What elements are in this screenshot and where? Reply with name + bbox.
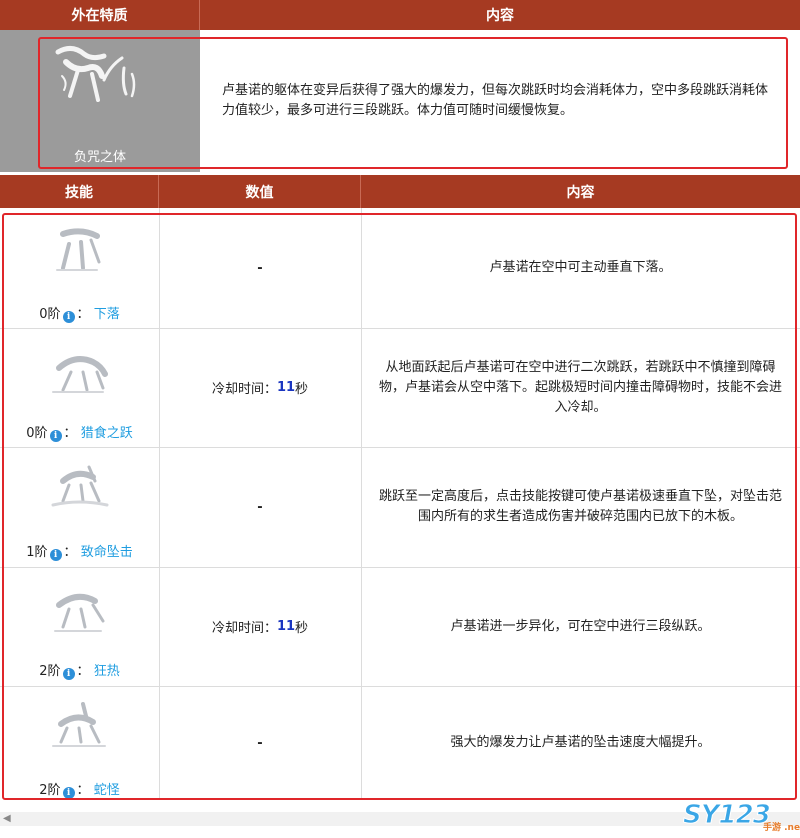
value-column-header: 数值: [159, 175, 361, 208]
desc-column-header: 内容: [361, 175, 800, 208]
watermark-logo: SY123 手游 .net: [683, 800, 800, 834]
trait-column-header: 外在特质: [0, 0, 200, 30]
horizontal-scrollbar[interactable]: ◀: [0, 812, 800, 826]
trait-highlight-frame: [38, 37, 788, 169]
scroll-left-arrow-icon[interactable]: ◀: [3, 813, 11, 824]
content-column-header: 内容: [200, 0, 800, 30]
skill-column-header: 技能: [0, 175, 159, 208]
skills-highlight-frame: [2, 213, 797, 800]
